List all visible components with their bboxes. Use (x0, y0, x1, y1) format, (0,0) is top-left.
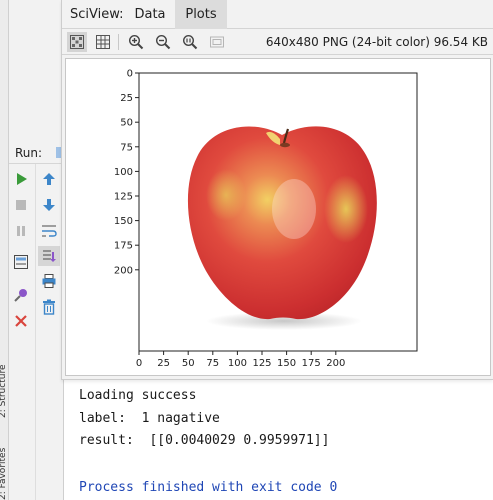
run-header: Run: (9, 142, 63, 164)
x-tick-label: 200 (326, 358, 345, 369)
y-tick-label: 125 (114, 192, 133, 203)
sciview-toolbar: 640x480 PNG (24-bit color) 96.54 KB (62, 29, 493, 55)
x-tick-label: 175 (302, 358, 321, 369)
arrow-up-icon[interactable] (40, 170, 58, 188)
close-icon[interactable] (12, 312, 30, 330)
zoom-in-icon[interactable] (126, 32, 146, 52)
zoom-out-icon[interactable] (153, 32, 173, 52)
structure-tool-tab[interactable]: 2: Structure (0, 365, 8, 419)
y-tick-label: 0 (127, 69, 133, 80)
x-tick-label: 125 (252, 358, 271, 369)
favorites-tool-tab[interactable]: 2: Favorites (0, 448, 8, 500)
grid-view-icon[interactable] (93, 32, 113, 52)
console-line: result: [[0.0040029 0.9959971]] (79, 433, 330, 448)
y-tick-label: 25 (120, 93, 133, 104)
trash-icon[interactable] (40, 298, 58, 316)
x-tick-label: 0 (136, 358, 142, 369)
x-tick-label: 150 (277, 358, 296, 369)
left-tool-strip: 2: Structure 2: Favorites (0, 0, 9, 500)
tab-plots[interactable]: Plots (175, 0, 227, 29)
soft-wrap-icon[interactable] (40, 222, 58, 240)
sciview-title: SciView: (70, 7, 124, 22)
console-line: Loading success (79, 388, 197, 403)
pin-icon[interactable] (12, 286, 30, 304)
arrow-down-icon[interactable] (40, 196, 58, 214)
x-tick-label: 100 (228, 358, 247, 369)
scroll-end-icon[interactable] (38, 246, 60, 266)
y-tick-label: 50 (120, 118, 133, 129)
run-icon[interactable] (12, 170, 30, 188)
console-output[interactable]: Loading success label: 1 nagative result… (63, 378, 493, 500)
tab-data[interactable]: Data (126, 0, 174, 29)
sciview-window: SciView: Data Plots 640x480 PNG (24-bit … (61, 0, 493, 380)
sciview-tab-bar: SciView: Data Plots (62, 0, 493, 29)
y-tick-label: 100 (114, 167, 133, 178)
plot-area[interactable]: 0 25 50 75 100 125 150 175 200 0 25 50 75 100 125 150 17… (65, 58, 491, 376)
x-tick-label: 75 (206, 358, 219, 369)
y-tick-label: 175 (114, 241, 133, 252)
toolbar-separator (118, 34, 119, 50)
x-tick-label: 50 (182, 358, 195, 369)
print-icon[interactable] (40, 272, 58, 290)
y-tick-label: 200 (114, 265, 133, 276)
console-exit-line: Process finished with exit code 0 (79, 480, 338, 495)
image-info: 640x480 PNG (24-bit color) 96.54 KB (265, 35, 488, 49)
pause-icon[interactable] (12, 222, 30, 240)
run-label: Run: (15, 146, 43, 160)
fit-window-icon[interactable] (207, 32, 227, 52)
layout-icon[interactable] (12, 253, 30, 271)
x-tick-label: 25 (157, 358, 170, 369)
y-tick-label: 150 (114, 216, 133, 227)
image-plot: 0 25 50 75 100 125 150 175 200 0 25 50 75 100 125 150 17… (114, 69, 418, 369)
run-toolbar-divider (35, 164, 36, 500)
y-tick-label: 75 (120, 142, 133, 153)
run-panel: Run: (9, 140, 63, 500)
actual-size-icon[interactable] (180, 32, 200, 52)
fit-view-icon[interactable] (67, 32, 87, 52)
console-line: label: 1 nagative (79, 411, 220, 426)
stop-icon[interactable] (12, 196, 30, 214)
